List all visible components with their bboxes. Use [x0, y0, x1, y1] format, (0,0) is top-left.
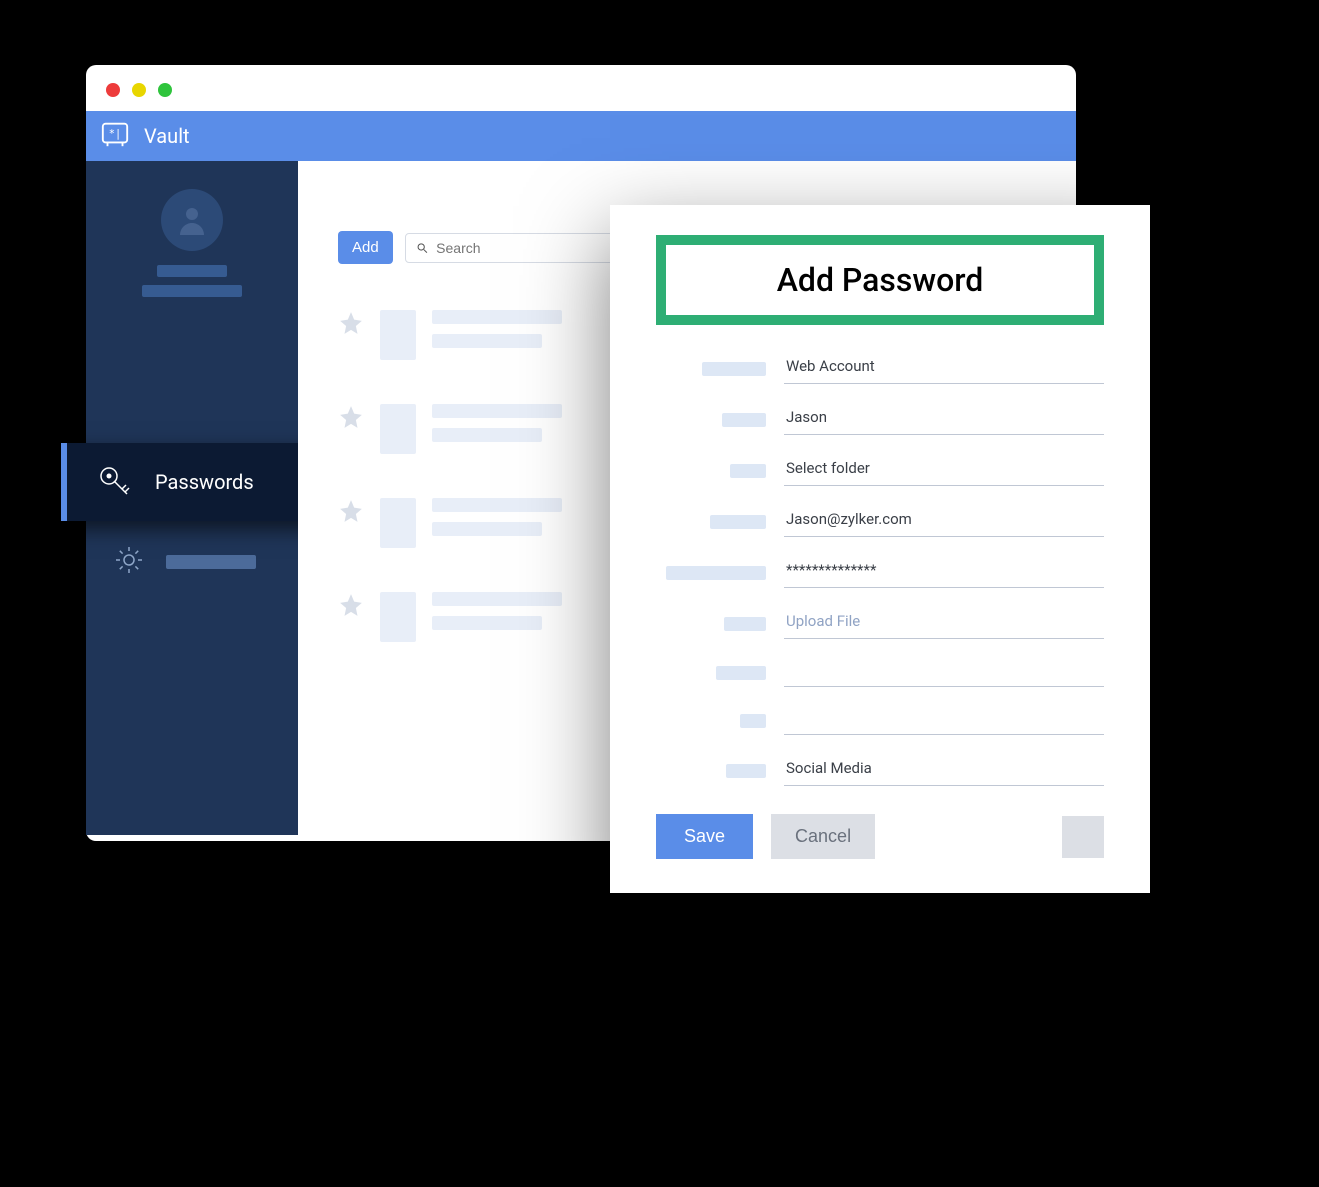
- field-extra-2: [656, 707, 1104, 735]
- folder-select[interactable]: Select folder: [784, 455, 1104, 486]
- field-label-placeholder: [740, 714, 766, 728]
- field-folder: Select folder: [656, 455, 1104, 486]
- item-thumb-placeholder: [380, 592, 416, 642]
- field-label-placeholder: [726, 764, 766, 778]
- search-input[interactable]: [436, 240, 604, 256]
- item-thumb-placeholder: [380, 498, 416, 548]
- field-label-placeholder: [724, 617, 766, 631]
- sidebar-item-label: Passwords: [155, 470, 254, 494]
- field-label-placeholder: [710, 515, 766, 529]
- sidebar-item-settings[interactable]: [86, 527, 298, 597]
- minimize-window-icon[interactable]: [132, 83, 146, 97]
- item-title-placeholder: [432, 310, 562, 324]
- maximize-window-icon[interactable]: [158, 83, 172, 97]
- field-label-placeholder: [730, 464, 766, 478]
- extra-input-1[interactable]: [784, 659, 1104, 687]
- upload-file-input[interactable]: Upload File: [784, 608, 1104, 639]
- field-extra-1: [656, 659, 1104, 687]
- field-label-placeholder: [716, 666, 766, 680]
- email-input[interactable]: Jason@zylker.com: [784, 506, 1104, 537]
- star-icon[interactable]: [338, 498, 364, 528]
- extra-action-button[interactable]: [1062, 816, 1104, 858]
- panel-title-highlight: Add Password: [656, 235, 1104, 325]
- add-password-panel: Add Password Web Account Jason Select fo…: [610, 205, 1150, 893]
- user-email-placeholder: [142, 285, 242, 297]
- sidebar: Passwords: [86, 161, 298, 835]
- user-name-placeholder: [157, 265, 227, 277]
- field-account-type: Web Account: [656, 353, 1104, 384]
- key-icon: [95, 462, 135, 502]
- extra-input-2[interactable]: [784, 707, 1104, 735]
- item-subtitle-placeholder: [432, 616, 542, 630]
- item-subtitle-placeholder: [432, 522, 542, 536]
- field-label-placeholder: [702, 362, 766, 376]
- panel-title: Add Password: [666, 261, 1094, 299]
- close-window-icon[interactable]: [106, 83, 120, 97]
- search-icon: [416, 241, 428, 255]
- field-tag: Social Media: [656, 755, 1104, 786]
- star-icon[interactable]: [338, 404, 364, 434]
- password-input[interactable]: **************: [784, 557, 1104, 588]
- field-password: **************: [656, 557, 1104, 588]
- item-title-placeholder: [432, 404, 562, 418]
- avatar-icon: [161, 189, 223, 251]
- vault-app-icon: *|: [100, 119, 130, 153]
- star-icon[interactable]: [338, 592, 364, 622]
- tag-input[interactable]: Social Media: [784, 755, 1104, 786]
- item-thumb-placeholder: [380, 404, 416, 454]
- traffic-lights: [86, 65, 1076, 111]
- field-label-placeholder: [666, 566, 766, 580]
- item-subtitle-placeholder: [432, 334, 542, 348]
- panel-actions: Save Cancel: [656, 814, 1104, 859]
- sidebar-item-passwords[interactable]: Passwords: [61, 443, 323, 521]
- field-upload: Upload File: [656, 608, 1104, 639]
- sidebar-label-placeholder: [166, 555, 256, 569]
- name-input[interactable]: Jason: [784, 404, 1104, 435]
- account-type-input[interactable]: Web Account: [784, 353, 1104, 384]
- item-subtitle-placeholder: [432, 428, 542, 442]
- field-name: Jason: [656, 404, 1104, 435]
- cancel-button[interactable]: Cancel: [771, 814, 875, 859]
- svg-text:*|: *|: [109, 128, 121, 140]
- item-title-placeholder: [432, 498, 562, 512]
- field-label-placeholder: [722, 413, 766, 427]
- app-title: Vault: [144, 124, 190, 148]
- star-icon[interactable]: [338, 310, 364, 340]
- field-email: Jason@zylker.com: [656, 506, 1104, 537]
- item-title-placeholder: [432, 592, 562, 606]
- item-thumb-placeholder: [380, 310, 416, 360]
- user-profile-block[interactable]: [142, 189, 242, 297]
- add-button[interactable]: Add: [338, 231, 393, 264]
- app-header: *| Vault: [86, 111, 1076, 161]
- save-button[interactable]: Save: [656, 814, 753, 859]
- search-box[interactable]: [405, 233, 615, 263]
- gear-icon: [112, 543, 146, 581]
